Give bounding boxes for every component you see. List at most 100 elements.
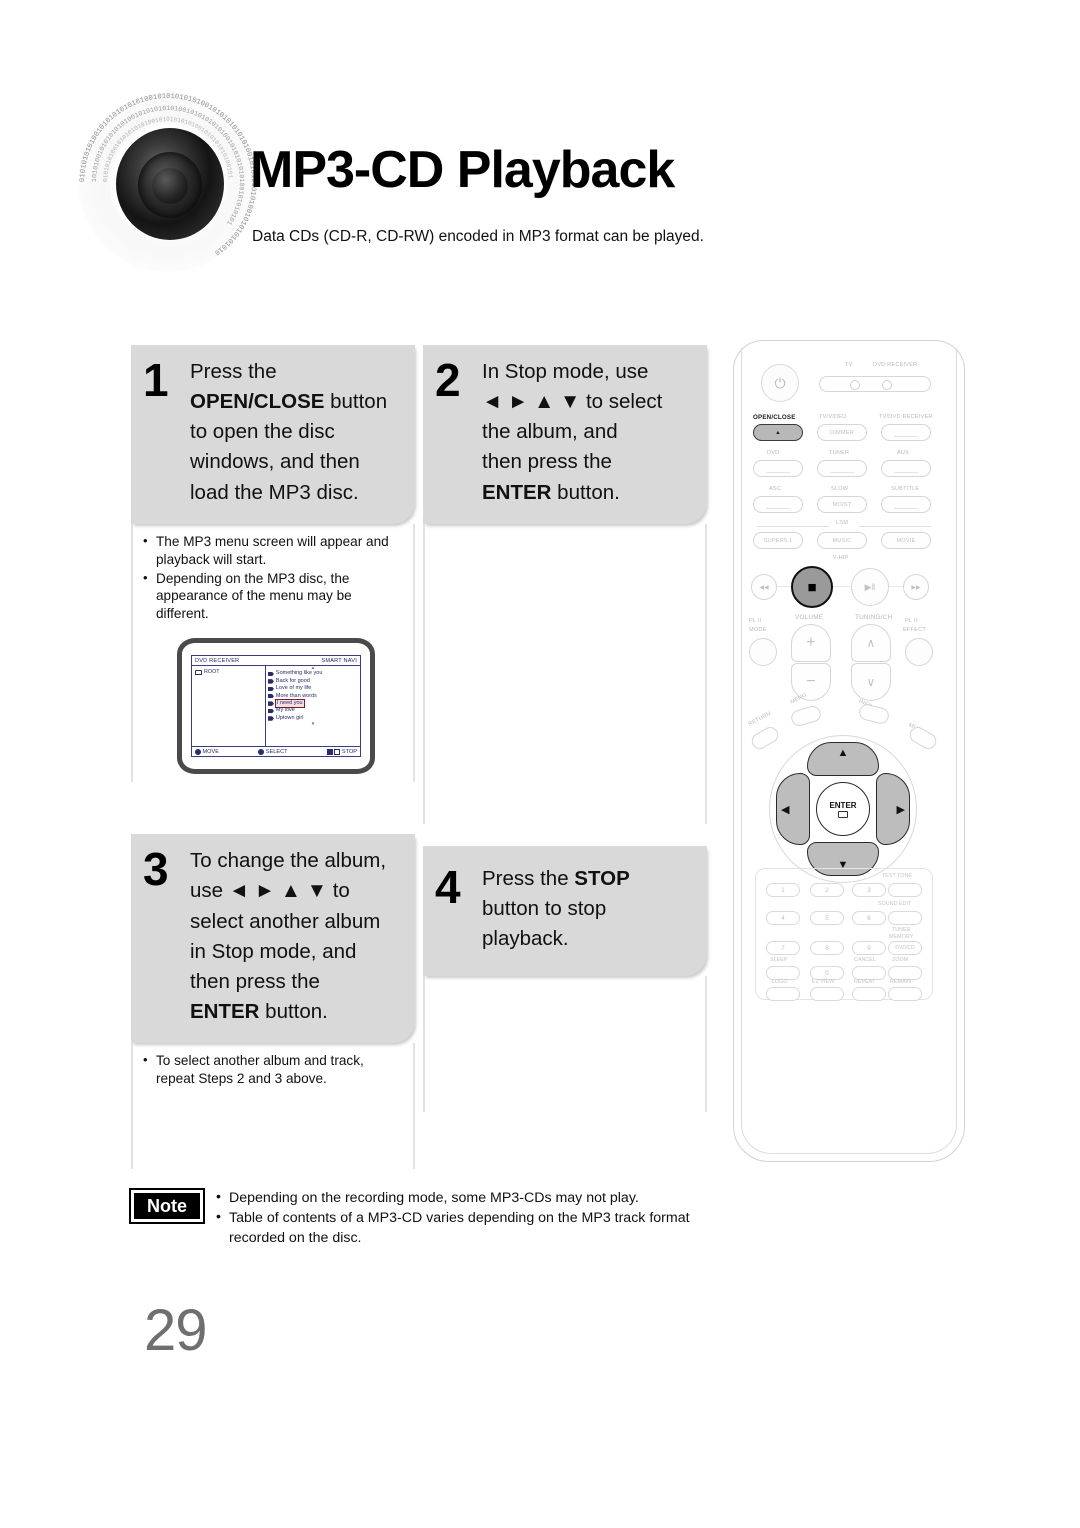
- list-item[interactable]: Love of my life: [267, 685, 358, 692]
- plii-effect-button[interactable]: [905, 638, 933, 666]
- list-item[interactable]: My love: [267, 707, 358, 714]
- plii-mode-button[interactable]: [749, 638, 777, 666]
- sound-edit-button[interactable]: [888, 911, 922, 925]
- step-3-header: 3 To change the album, use ◄ ► ▲ ▼ to se…: [131, 834, 415, 1044]
- asc-label: ASC: [769, 486, 782, 492]
- step-1-text: Press the OPEN/CLOSE button to open the …: [190, 357, 405, 508]
- nav-left-button[interactable]: ◀: [776, 773, 810, 845]
- tuner-button[interactable]: [817, 460, 867, 477]
- root-folder-row[interactable]: ROOT: [195, 669, 263, 675]
- sleep-button[interactable]: [766, 966, 800, 980]
- track-name: More than words: [275, 692, 317, 699]
- step-2-line-2: ◄ ► ▲ ▼ to select: [482, 390, 663, 414]
- prev-track-button[interactable]: ◀◀: [751, 574, 777, 600]
- list-item: To select another album and track, repea…: [143, 1051, 405, 1088]
- enter-label: ENTER: [829, 800, 857, 810]
- key-6[interactable]: 6: [852, 911, 886, 925]
- numeric-keypad: TEST TONE 1 2 3 SOUND EDIT 4 5 6 TUNER M…: [755, 868, 933, 1001]
- page-title: MP3-CD Playback: [250, 141, 675, 199]
- navigation-pad: ▲ ▼ ◀ ▶ ENTER: [769, 735, 917, 883]
- stop-badge-icon: [326, 748, 333, 755]
- next-track-button[interactable]: ▶▶: [903, 574, 929, 600]
- list-item[interactable]: Back for good: [267, 677, 358, 685]
- track-name: Something like you: [275, 670, 323, 677]
- step-1-bullets: The MP3 menu screen will appear and play…: [143, 532, 405, 624]
- step-3-number: 3: [143, 843, 169, 896]
- test-tone-label: TEST TONE: [882, 873, 912, 879]
- play-pause-button[interactable]: ▶‖: [851, 568, 889, 606]
- previous-icon: ◀◀: [759, 584, 769, 591]
- key-3[interactable]: 3: [852, 883, 886, 897]
- dvd-cd-button[interactable]: DVD/CD: [888, 941, 922, 955]
- enter-button[interactable]: ENTER: [816, 782, 870, 836]
- volume-label: VOLUME: [795, 614, 824, 621]
- page-number: 29: [144, 1298, 208, 1363]
- power-button[interactable]: ⏻: [761, 364, 799, 402]
- step-4-text: Press the STOP button to stop playback.: [482, 864, 697, 954]
- step-3-line-2: use ◄ ► ▲ ▼ to: [190, 879, 350, 903]
- subtitle-label: SUBTITLE: [891, 486, 920, 492]
- key-7[interactable]: 7: [766, 941, 800, 955]
- list-item[interactable]: Something like you: [267, 670, 358, 677]
- plii-mode-top-label: PL II: [749, 618, 762, 624]
- zoom-button[interactable]: [888, 966, 922, 980]
- next-icon: ▶▶: [911, 584, 921, 591]
- zoom-label: ZOOM: [892, 957, 909, 963]
- list-item-selected[interactable]: I need you: [267, 698, 358, 709]
- music-button[interactable]: MUSIC: [817, 532, 867, 549]
- tv-screen-illustration: DVD RECEIVER SMART NAVI ROOT ▲ Something…: [177, 638, 405, 775]
- list-item[interactable]: More than words: [267, 692, 358, 700]
- most-button[interactable]: MO/ST: [817, 496, 867, 513]
- key-0[interactable]: 0: [810, 966, 844, 980]
- volume-up-button[interactable]: +: [791, 624, 831, 662]
- key-1[interactable]: 1: [766, 883, 800, 897]
- nav-up-button[interactable]: ▲: [807, 742, 879, 776]
- remain-label: REMAIN: [890, 979, 911, 985]
- track-name: Uptown girl: [275, 714, 304, 721]
- step-2-line-1: In Stop mode, use: [482, 360, 649, 383]
- ez-view-label: EZ VIEW: [812, 979, 835, 985]
- repeat-label: REPEAT: [854, 979, 876, 985]
- asc-button[interactable]: [753, 496, 803, 513]
- step-2-line-5: ENTER button.: [482, 478, 697, 508]
- tuner-memory-label-1: TUNER: [892, 927, 911, 933]
- enter-badge-icon: [258, 748, 265, 755]
- speaker-disc-binary-icon: 0101010101001010101010101001010101010100…: [78, 92, 258, 272]
- key-5[interactable]: 5: [810, 911, 844, 925]
- step-2-text: In Stop mode, use ◄ ► ▲ ▼ to select the …: [482, 357, 697, 508]
- dvd-button[interactable]: [753, 460, 803, 477]
- dimmer-button[interactable]: DIMMER: [817, 424, 867, 441]
- subtitle-button[interactable]: [881, 496, 931, 513]
- cancel-button[interactable]: [852, 966, 886, 980]
- key-4[interactable]: 4: [766, 911, 800, 925]
- super51-button[interactable]: SUPER5.1: [753, 532, 803, 549]
- tuning-up-button[interactable]: ∧: [851, 624, 891, 662]
- test-tone-button[interactable]: [888, 883, 922, 897]
- plii-effect-top-label: PL II: [905, 618, 918, 624]
- logo-button[interactable]: [766, 987, 800, 1001]
- ez-view-button[interactable]: [810, 987, 844, 1001]
- movie-button[interactable]: MOVIE: [881, 532, 931, 549]
- scroll-down-icon[interactable]: ▼: [268, 721, 358, 726]
- sleep-label: SLEEP: [770, 957, 788, 963]
- enter-keyword: ENTER: [482, 480, 552, 504]
- step-1-body: The MP3 menu screen will appear and play…: [131, 523, 415, 783]
- key-8[interactable]: 8: [810, 941, 844, 955]
- super51-label: SUPER5.1: [763, 537, 793, 544]
- remain-button[interactable]: [888, 987, 922, 1001]
- tv-dvd-receiver-button[interactable]: [881, 424, 931, 441]
- osd-move-hint: MOVE: [195, 748, 219, 755]
- key-9[interactable]: 9: [852, 941, 886, 955]
- step-1-line-5: load the MP3 disc.: [190, 480, 359, 504]
- nav-right-button[interactable]: ▶: [876, 773, 910, 845]
- track-name: Back for good: [275, 677, 310, 684]
- mp3-file-icon: [267, 708, 274, 714]
- step-3-line-6-suffix: button.: [259, 999, 328, 1023]
- repeat-button[interactable]: [852, 987, 886, 1001]
- step-1: 1 Press the OPEN/CLOSE button to open th…: [131, 345, 415, 783]
- open-close-button[interactable]: ▲: [753, 424, 803, 441]
- aux-button[interactable]: [881, 460, 931, 477]
- stop-button[interactable]: ■: [791, 566, 833, 608]
- key-2[interactable]: 2: [810, 883, 844, 897]
- tv-video-label: TV/VIDEO: [819, 414, 847, 420]
